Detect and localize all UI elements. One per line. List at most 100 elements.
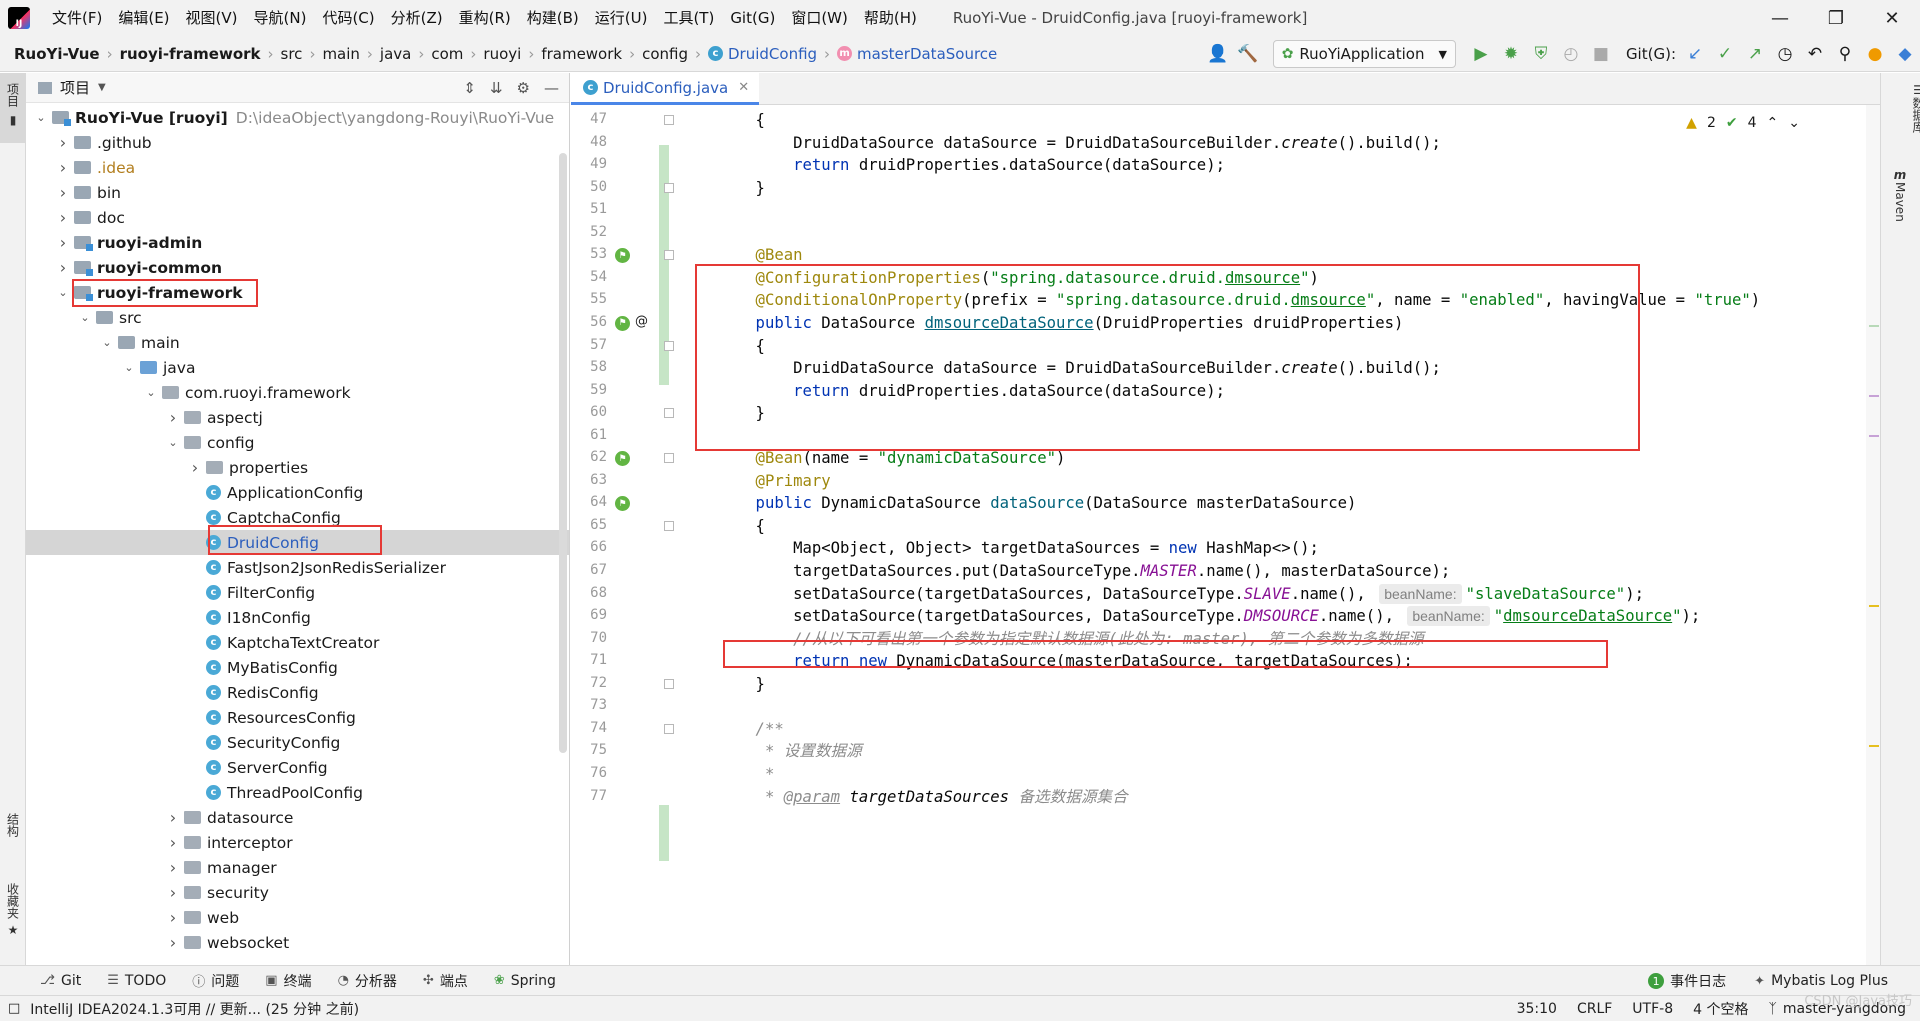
bottom-tool-git[interactable]: ⎇ Git: [40, 973, 81, 989]
breadcrumb-item-0[interactable]: RuoYi-Vue: [14, 45, 100, 63]
bottom-tool-problems[interactable]: ⓘ 问题: [192, 971, 239, 991]
debug-icon[interactable]: ✹: [1496, 36, 1526, 72]
chevron-right-icon[interactable]: ›: [166, 908, 180, 927]
tree-item[interactable]: c MyBatisConfig: [26, 655, 569, 680]
menu-item-2[interactable]: 视图(V): [178, 0, 246, 36]
tree-item[interactable]: c RedisConfig: [26, 680, 569, 705]
plugin-icon[interactable]: ◆: [1890, 36, 1920, 72]
chevron-right-icon[interactable]: ›: [56, 183, 70, 202]
tree-item[interactable]: c ApplicationConfig: [26, 480, 569, 505]
spring-bean-icon[interactable]: ⚑: [615, 496, 630, 512]
autowire-icon[interactable]: @: [635, 314, 648, 329]
chevron-right-icon[interactable]: ›: [188, 458, 202, 477]
menu-item-12[interactable]: 帮助(H): [856, 0, 925, 36]
gear-icon[interactable]: ⚙: [517, 79, 530, 97]
menu-item-11[interactable]: 窗口(W): [783, 0, 856, 36]
tree-item[interactable]: c ServerConfig: [26, 755, 569, 780]
tree-item[interactable]: › aspectj: [26, 405, 569, 430]
indent-setting[interactable]: 4 个空格: [1693, 999, 1748, 1019]
breadcrumb-item-3[interactable]: main: [322, 45, 359, 63]
tree-item[interactable]: › security: [26, 880, 569, 905]
tree-item[interactable]: ⌄ config: [26, 430, 569, 455]
line-separator[interactable]: CRLF: [1577, 1001, 1612, 1017]
tree-item[interactable]: › doc: [26, 205, 569, 230]
menu-item-9[interactable]: 工具(T): [655, 0, 722, 36]
tree-item[interactable]: › bin: [26, 180, 569, 205]
tree-item[interactable]: ⌄ RuoYi-Vue [ruoyi] D:\ideaObject\yangdong…: [26, 105, 569, 130]
chevron-down-icon[interactable]: ⌄: [78, 311, 92, 324]
tree-item[interactable]: › ruoyi-common: [26, 255, 569, 280]
tab-project[interactable]: 项目 ▮: [0, 73, 26, 143]
tab-structure[interactable]: 结构: [0, 813, 26, 837]
menu-item-6[interactable]: 重构(R): [451, 0, 519, 36]
status-square-icon[interactable]: □: [8, 1001, 20, 1016]
menu-item-1[interactable]: 编辑(E): [110, 0, 177, 36]
bottom-tool-list[interactable]: ☰ TODO: [107, 973, 166, 989]
fold-marker-icon[interactable]: [664, 723, 674, 734]
inspection-widget[interactable]: ▲ 2 ✔ 4 ⌃ ⌄: [1686, 115, 1800, 131]
fold-marker-icon[interactable]: [664, 408, 674, 419]
menu-item-0[interactable]: 文件(F): [44, 0, 110, 36]
editor-scrollbar[interactable]: [1866, 105, 1880, 965]
chevron-down-icon[interactable]: ⌄: [34, 111, 48, 124]
chevron-up-icon[interactable]: ⌃: [1767, 115, 1779, 131]
rollback-icon[interactable]: ↶: [1800, 36, 1830, 72]
search-icon[interactable]: ⚲: [1830, 36, 1860, 72]
chevron-right-icon[interactable]: ›: [166, 883, 180, 902]
breadcrumb-item-9[interactable]: c DruidConfig: [708, 45, 817, 63]
tree-item[interactable]: ⌄ com.ruoyi.framework: [26, 380, 569, 405]
bottom-tool-spring-leaf[interactable]: ❀ Spring: [494, 973, 556, 989]
fold-marker-icon[interactable]: [664, 182, 674, 193]
chevron-down-icon[interactable]: ⌄: [56, 286, 70, 299]
tree-item[interactable]: c ThreadPoolConfig: [26, 780, 569, 805]
tree-item[interactable]: › properties: [26, 455, 569, 480]
chevron-right-icon[interactable]: ›: [56, 258, 70, 277]
caret-position[interactable]: 35:10: [1517, 1001, 1557, 1017]
fold-marker-icon[interactable]: [664, 115, 674, 125]
bottom-tool-terminal[interactable]: ▣ 终端: [265, 971, 311, 991]
chevron-right-icon[interactable]: ›: [56, 233, 70, 252]
tab-maven[interactable]: m Maven: [1893, 168, 1907, 222]
bottom-tool-profiler[interactable]: ◔ 分析器: [338, 971, 397, 991]
tab-database[interactable]: ☰ 数据库: [1893, 83, 1920, 133]
fold-marker-icon[interactable]: [664, 453, 674, 464]
breadcrumb-item-2[interactable]: src: [281, 45, 303, 63]
run-config-select[interactable]: ✿ RuoYiApplication ▼: [1272, 40, 1456, 68]
menu-item-5[interactable]: 分析(Z): [383, 0, 451, 36]
update-icon[interactable]: ●: [1860, 36, 1890, 72]
tree-item[interactable]: c FilterConfig: [26, 580, 569, 605]
tree-item[interactable]: › interceptor: [26, 830, 569, 855]
tree-item[interactable]: c ResourcesConfig: [26, 705, 569, 730]
event-log-button[interactable]: 1 事件日志: [1648, 971, 1726, 991]
code-area[interactable]: { DruidDataSource dataSource = DruidData…: [718, 105, 1858, 965]
breadcrumb-item-10[interactable]: m masterDataSource: [837, 45, 997, 63]
tree-item[interactable]: c KaptchaTextCreator: [26, 630, 569, 655]
tree-item[interactable]: › websocket: [26, 930, 569, 955]
spring-bean-icon[interactable]: ⚑: [615, 315, 630, 331]
chevron-down-icon[interactable]: ⌄: [166, 436, 180, 449]
fold-marker-icon[interactable]: [664, 520, 674, 531]
chevron-down-icon[interactable]: ⌄: [100, 336, 114, 349]
menu-item-8[interactable]: 运行(U): [587, 0, 656, 36]
tree-item[interactable]: ⌄ java: [26, 355, 569, 380]
chevron-down-icon[interactable]: ⌄: [144, 386, 158, 399]
tree-item[interactable]: › .github: [26, 130, 569, 155]
fold-marker-icon[interactable]: [664, 678, 674, 689]
spring-bean-icon[interactable]: ⚑: [615, 248, 630, 264]
close-icon[interactable]: ✕: [1864, 0, 1920, 36]
menu-item-3[interactable]: 导航(N): [246, 0, 315, 36]
chevron-down-icon[interactable]: ▼: [98, 82, 106, 93]
collapse-all-icon[interactable]: ⇊: [490, 79, 503, 97]
user-icon[interactable]: 👤: [1203, 36, 1233, 72]
history-icon[interactable]: ◷: [1770, 36, 1800, 72]
chevron-right-icon[interactable]: ›: [166, 933, 180, 952]
tree-scrollbar[interactable]: [559, 153, 567, 753]
profile-icon[interactable]: ◴: [1556, 36, 1586, 72]
git-update-icon[interactable]: ↙: [1680, 36, 1710, 72]
status-message[interactable]: IntelliJ IDEA2024.1.3可用 // 更新... (25 分钟 …: [30, 999, 359, 1019]
tree-item[interactable]: › manager: [26, 855, 569, 880]
tab-druidconfig-java[interactable]: c DruidConfig.java ✕: [571, 73, 760, 105]
breadcrumb-item-8[interactable]: config: [642, 45, 688, 63]
spring-bean-icon[interactable]: ⚑: [615, 451, 630, 467]
chevron-right-icon[interactable]: ›: [56, 133, 70, 152]
